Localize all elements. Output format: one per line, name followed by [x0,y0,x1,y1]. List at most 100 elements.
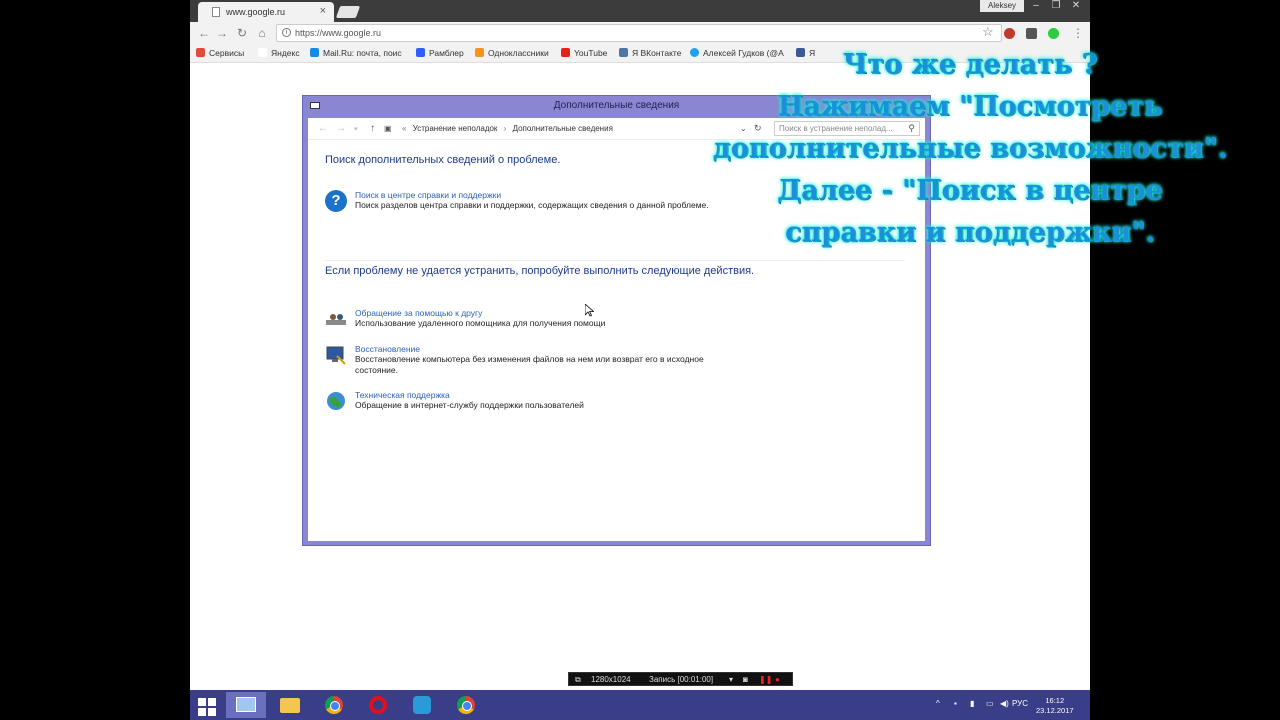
taskbar-chrome[interactable] [314,692,354,718]
tray-app-icon[interactable]: ▪ [954,699,957,708]
maximize-icon[interactable]: ❐ [1046,0,1066,12]
remote-assistance-item[interactable]: Обращение за помощью к другу Использован… [325,308,745,332]
chrome-icon [325,696,343,714]
clock-time: 16:12 [1045,696,1065,705]
opera-icon [369,696,387,714]
network-icon[interactable]: ▮ [970,699,974,708]
address-bar[interactable]: i https://www.google.ru [276,24,1002,42]
folder-icon [280,698,300,713]
back-icon[interactable]: ← [196,25,212,41]
stop-icon[interactable]: ● [775,675,780,684]
help-support-link[interactable]: Поиск в центре справки и поддержки [355,190,501,200]
camera-icon[interactable]: ◙ [743,675,748,684]
control-panel-icon: ▣ [384,124,392,133]
caption-line: Что же делать ? [842,49,1098,80]
taskbar-opera[interactable] [358,692,398,718]
globe-icon [327,392,345,410]
taskbar-app[interactable] [402,692,442,718]
taskbar: ^ ▪ ▮ ▭ ◀) РУС 16:12 23.12.2017 [190,690,1090,720]
vk-icon [619,48,628,57]
menu-icon[interactable]: ⋮ [1070,25,1086,41]
dropdown-icon[interactable]: ▾ [729,675,733,684]
taskbar-file-explorer[interactable] [270,692,310,718]
recovery-item[interactable]: Восстановление Восстановление компьютера… [325,344,745,378]
bookmark-mailru[interactable]: Mail.Ru: почта, поис [310,48,402,58]
bookmark-rambler[interactable]: Рамблер [416,48,464,58]
bookmark-star-icon[interactable]: ☆ [982,24,994,40]
profile-user[interactable]: Aleksey [980,0,1025,12]
windows-logo-icon [198,698,216,716]
remote-assistance-desc: Использование удаленного помощника для п… [355,318,606,328]
recorder-bar: ⧉ 1280x1024 Запись [00:01:00] ▾ ◙ ❚❚ ● [568,672,793,686]
fullscreen-icon[interactable]: ⧉ [575,675,581,685]
bookmark-odnoklassniki[interactable]: Одноклассники [475,48,549,58]
info-icon[interactable]: i [282,28,291,37]
taskbar-chrome-2[interactable] [446,692,486,718]
control-panel-icon [236,697,256,712]
start-button[interactable] [190,692,224,718]
language-indicator[interactable]: РУС [1012,699,1028,708]
reload-icon[interactable]: ↻ [234,25,250,41]
clock-date: 23.12.2017 [1036,706,1074,715]
forward-icon[interactable]: → [214,25,230,41]
mouse-cursor-icon [585,304,594,317]
tech-support-desc: Обращение в интернет-службу поддержки по… [355,400,584,410]
volume-icon[interactable]: ◀) [1000,699,1009,708]
odnoklassniki-icon [475,48,484,57]
pause-icon[interactable]: ❚❚ [759,675,772,684]
browser-toolbar: ← → ↻ ⌂ i https://www.google.ru ☆ ⋮ [190,22,1090,44]
help-icon: ? [325,190,347,212]
video-caption: Что же делать ? Нажимаем "Посмотреть доп… [660,44,1280,254]
recovery-icon [326,346,346,365]
remote-assistance-icon [326,314,346,325]
close-window-icon[interactable]: ✕ [1066,0,1086,12]
bookmark-apps[interactable]: Сервисы [196,48,244,58]
recovery-link[interactable]: Восстановление [355,344,420,354]
youtube-icon [561,48,570,57]
breadcrumb: « Устранение неполадок › Дополнительные … [402,124,613,133]
adblock-icon[interactable] [1004,28,1015,39]
up-icon[interactable]: ↑ [370,123,375,134]
battery-icon[interactable]: ▭ [986,699,994,708]
apps-icon [196,48,205,57]
breadcrumb-troubleshooting[interactable]: Устранение неполадок [413,124,498,133]
heading-find-info: Поиск дополнительных сведений о проблеме… [325,154,561,166]
page-icon [212,7,220,17]
extension-icon[interactable] [1026,28,1037,39]
mailru-icon [310,48,319,57]
close-tab-icon[interactable]: × [320,5,326,17]
recorder-status: Запись [00:01:00] [649,675,714,684]
recent-dropdown-icon[interactable]: ▾ [354,125,358,133]
forward-icon[interactable]: → [336,123,346,134]
tray-arrow-icon[interactable]: ^ [936,699,940,708]
remote-assistance-link[interactable]: Обращение за помощью к другу [355,308,482,318]
caption-line: справки и поддержки". [785,217,1155,248]
app-icon [413,696,431,714]
browser-tab-bar: www.google.ru × Aleksey – ❐ ✕ [190,0,1090,22]
caption-line: дополнительные возможности". [712,133,1228,164]
browser-tab[interactable]: www.google.ru × [198,2,334,22]
check-extension-icon[interactable] [1048,28,1059,39]
divider [325,260,905,261]
home-icon[interactable]: ⌂ [254,25,270,41]
tech-support-item[interactable]: Техническая поддержка Обращение в интерн… [325,390,745,414]
caption-line: Далее - "Поиск в центре [777,175,1163,206]
bookmark-youtube[interactable]: YouTube [561,48,607,58]
recorder-resolution: 1280x1024 [591,675,631,684]
tech-support-link[interactable]: Техническая поддержка [355,390,450,400]
yandex-icon [258,48,267,57]
heading-next-steps: Если проблему не удается устранить, попр… [325,265,755,277]
breadcrumb-additional-info[interactable]: Дополнительные сведения [513,124,613,133]
bookmark-yandex[interactable]: Яндекс [258,48,300,58]
chrome-icon [457,696,475,714]
back-icon[interactable]: ← [318,123,328,134]
new-tab-button[interactable] [335,6,361,18]
taskbar-control-panel[interactable] [226,692,266,718]
clock[interactable]: 16:12 23.12.2017 [1036,696,1074,716]
rambler-icon [416,48,425,57]
recovery-desc: Восстановление компьютера без изменения … [355,354,704,375]
caption-line: Нажимаем "Посмотреть [777,91,1163,122]
tab-title: www.google.ru [226,7,286,17]
address-text: https://www.google.ru [295,28,382,38]
minimize-icon[interactable]: – [1026,0,1046,12]
